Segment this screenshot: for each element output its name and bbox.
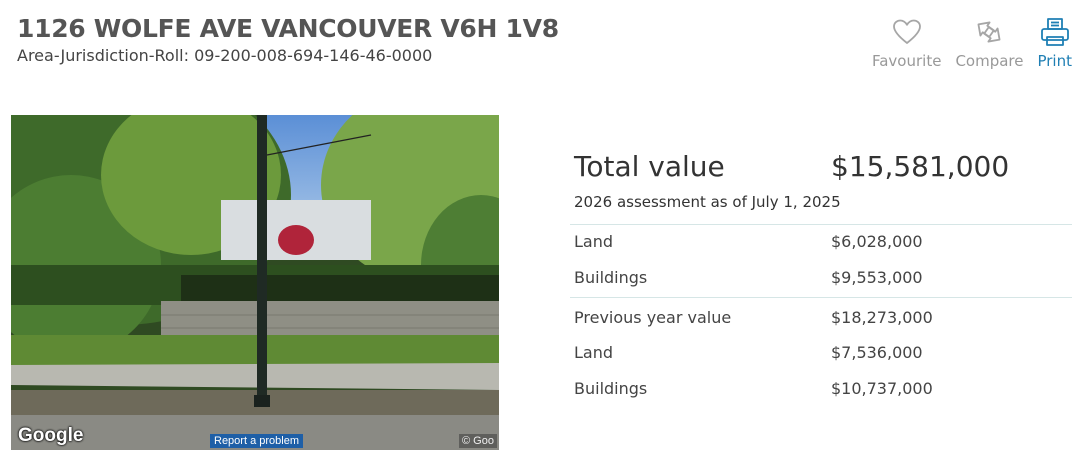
map-copyright: © Goo bbox=[459, 434, 497, 448]
assessment-date: 2026 assessment as of July 1, 2025 bbox=[574, 193, 841, 211]
compare-label: Compare bbox=[955, 52, 1024, 70]
report-problem-link[interactable]: Report a problem bbox=[210, 434, 303, 448]
total-value-label: Total value bbox=[574, 150, 725, 183]
total-value-row: Total value $15,581,000 bbox=[574, 150, 1072, 186]
row-label: Buildings bbox=[574, 379, 648, 398]
current-buildings-row: Buildings $9,553,000 bbox=[574, 261, 1072, 297]
compare-arrows-icon bbox=[974, 16, 1004, 48]
print-label: Print bbox=[1037, 52, 1072, 70]
row-label: Land bbox=[574, 232, 614, 251]
row-label: Previous year value bbox=[574, 308, 732, 327]
total-value-amount: $15,581,000 bbox=[831, 150, 1010, 183]
row-value: $7,536,000 bbox=[831, 343, 923, 362]
valuation-panel: Total value $15,581,000 2026 assessment … bbox=[570, 150, 1072, 408]
row-label: Land bbox=[574, 343, 614, 362]
heart-icon bbox=[892, 16, 922, 48]
row-value: $9,553,000 bbox=[831, 268, 923, 287]
row-value: $6,028,000 bbox=[831, 232, 923, 251]
street-view-scene bbox=[11, 115, 499, 450]
print-button[interactable]: Print bbox=[1037, 16, 1072, 70]
street-view-image[interactable]: Google Report a problem © Goo bbox=[11, 115, 499, 450]
favourite-button[interactable]: Favourite bbox=[872, 16, 941, 70]
property-address: 1126 WOLFE AVE VANCOUVER V6H 1V8 bbox=[17, 14, 559, 43]
google-logo: Google bbox=[18, 425, 84, 446]
action-bar: Favourite Compare Print bbox=[858, 16, 1072, 70]
compare-button[interactable]: Compare bbox=[955, 16, 1023, 70]
row-value: $18,273,000 bbox=[831, 308, 933, 327]
row-label: Buildings bbox=[574, 268, 648, 287]
printer-icon bbox=[1040, 16, 1070, 48]
previous-buildings-row: Buildings $10,737,000 bbox=[574, 372, 1072, 408]
previous-year-row: Previous year value $18,273,000 bbox=[574, 298, 1072, 336]
row-value: $10,737,000 bbox=[831, 379, 933, 398]
favourite-label: Favourite bbox=[871, 52, 942, 70]
current-land-row: Land $6,028,000 bbox=[574, 225, 1072, 261]
previous-land-row: Land $7,536,000 bbox=[574, 336, 1072, 372]
roll-number: Area-Jurisdiction-Roll: 09-200-008-694-1… bbox=[17, 46, 433, 65]
